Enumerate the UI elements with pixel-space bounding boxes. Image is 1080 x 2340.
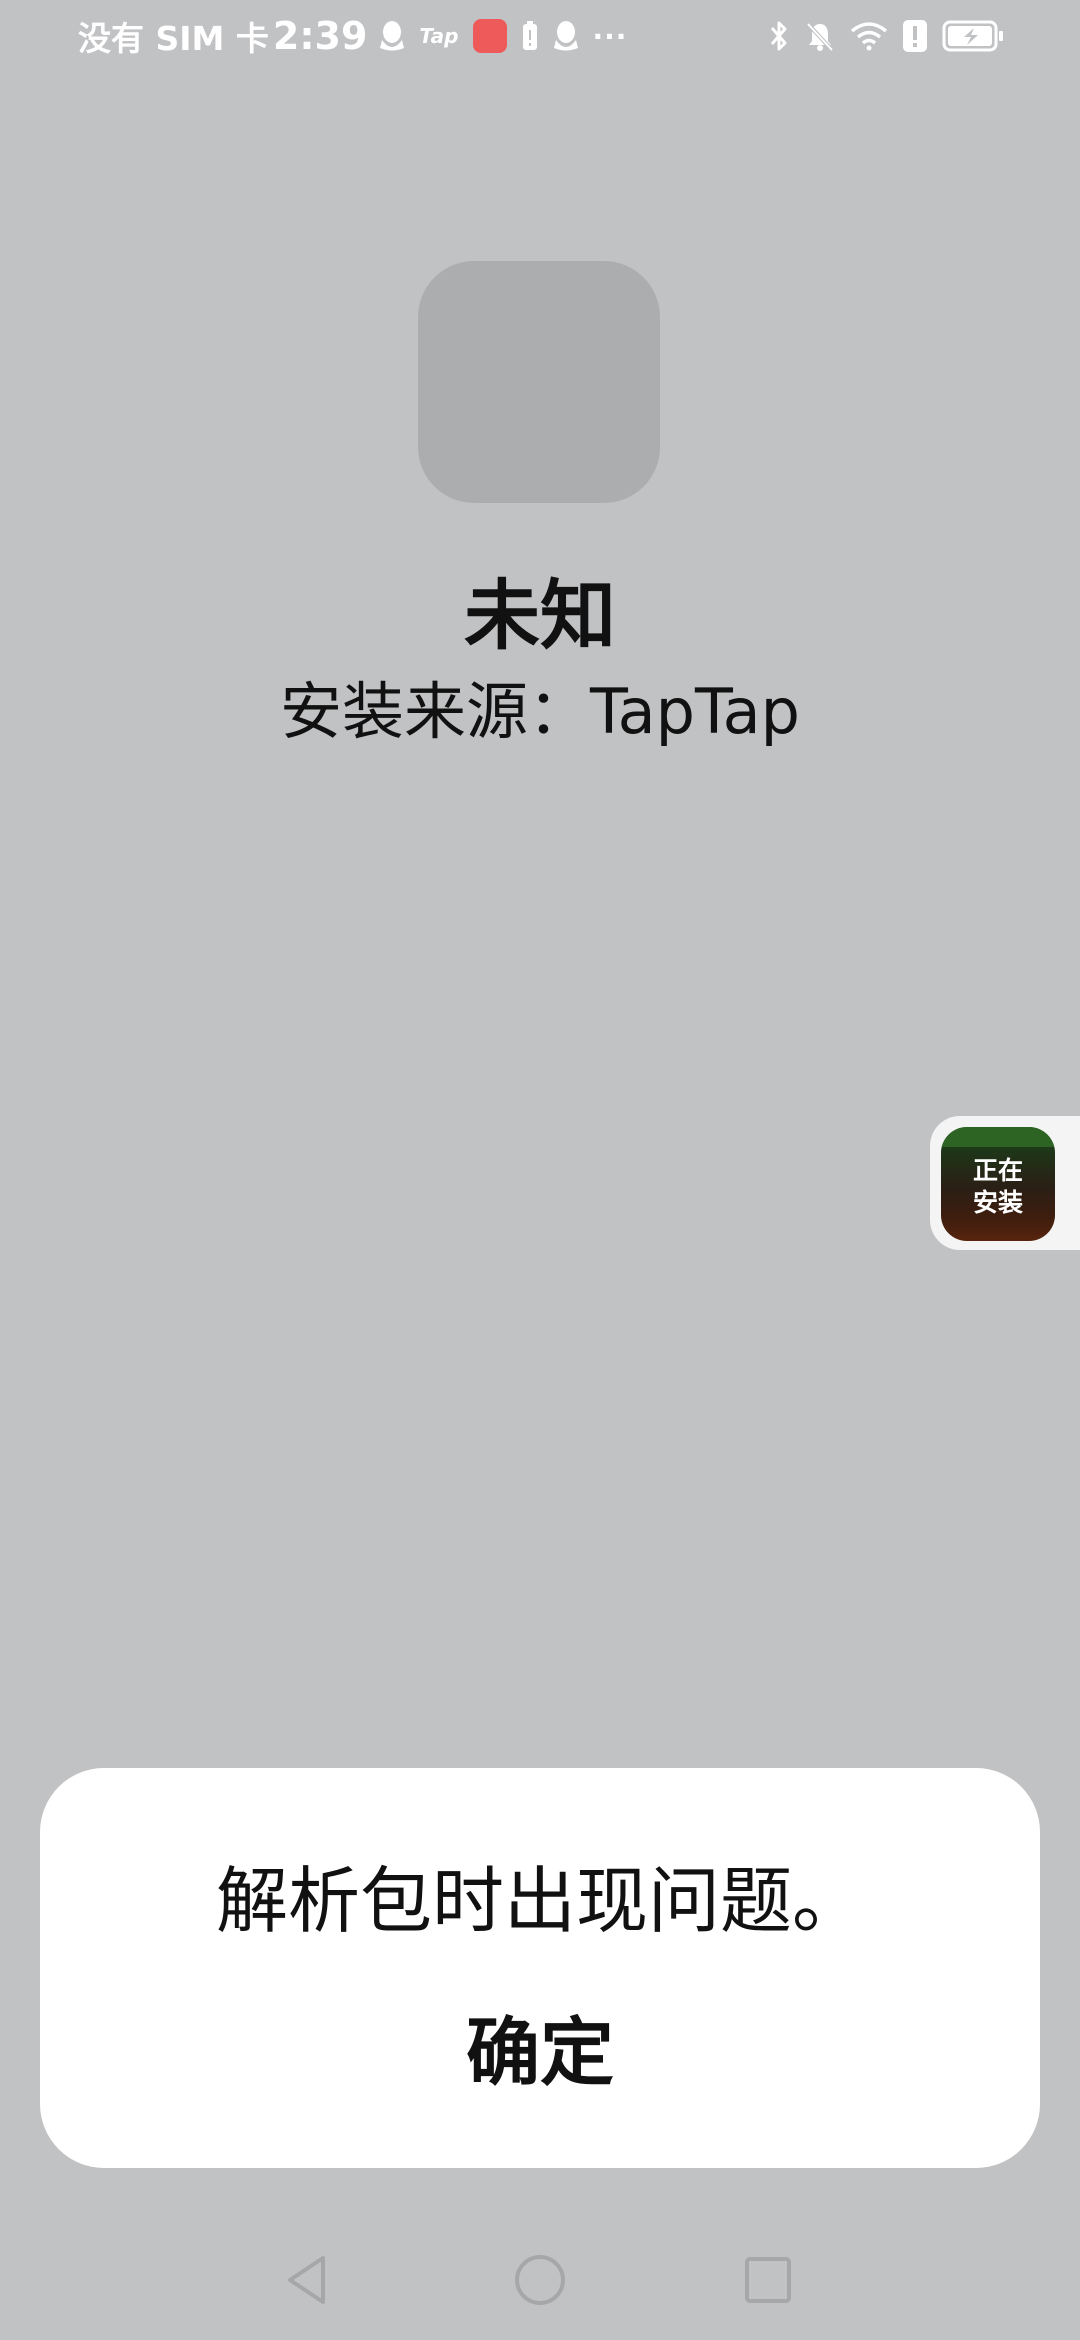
taptap-icon: Tap	[419, 24, 459, 48]
installing-label: 正在 安装	[941, 1155, 1055, 1219]
app-name: 未知	[464, 571, 616, 660]
carrier-text: 没有 SIM 卡	[78, 19, 269, 58]
wifi-icon	[850, 21, 888, 51]
system-icons	[754, 16, 1004, 56]
installing-label-line2: 安装	[972, 1188, 1023, 1217]
home-button[interactable]	[500, 2240, 580, 2320]
recents-button[interactable]	[728, 2240, 808, 2320]
mute-icon	[804, 20, 836, 52]
confirm-button[interactable]: 确定	[380, 1998, 700, 2108]
huawei-store-icon	[472, 19, 507, 53]
qq-icon	[379, 20, 405, 52]
error-dialog: 解析包时出现问题。 确定	[40, 1768, 1040, 2168]
dialog-message: 解析包时出现问题。	[215, 1859, 864, 1943]
status-time: 2:39	[272, 14, 368, 58]
recents-icon	[745, 2257, 791, 2303]
battery-charging-icon	[942, 20, 1004, 52]
battery-alert-icon	[521, 20, 539, 52]
qq-icon	[553, 20, 579, 52]
install-source: 安装来源：TapTap	[280, 675, 800, 748]
status-bar: 没有 SIM 卡 2:39 Tap ···	[0, 0, 1080, 72]
installing-floating-badge[interactable]: 正在 安装	[930, 1116, 1080, 1250]
status-left: 没有 SIM 卡 2:39 Tap ···	[78, 12, 641, 60]
game-thumbnail: 正在 安装	[941, 1127, 1055, 1241]
back-button[interactable]	[268, 2240, 348, 2320]
navigation-bar	[0, 2240, 1080, 2320]
home-icon	[515, 2255, 565, 2305]
app-icon-placeholder	[418, 261, 660, 503]
bluetooth-icon	[768, 19, 790, 53]
more-dots-icon: ···	[592, 19, 628, 53]
alert-icon	[902, 19, 928, 53]
back-icon	[288, 2256, 325, 2304]
notification-icons: Tap ···	[379, 19, 641, 53]
installing-label-line1: 正在	[972, 1156, 1023, 1185]
